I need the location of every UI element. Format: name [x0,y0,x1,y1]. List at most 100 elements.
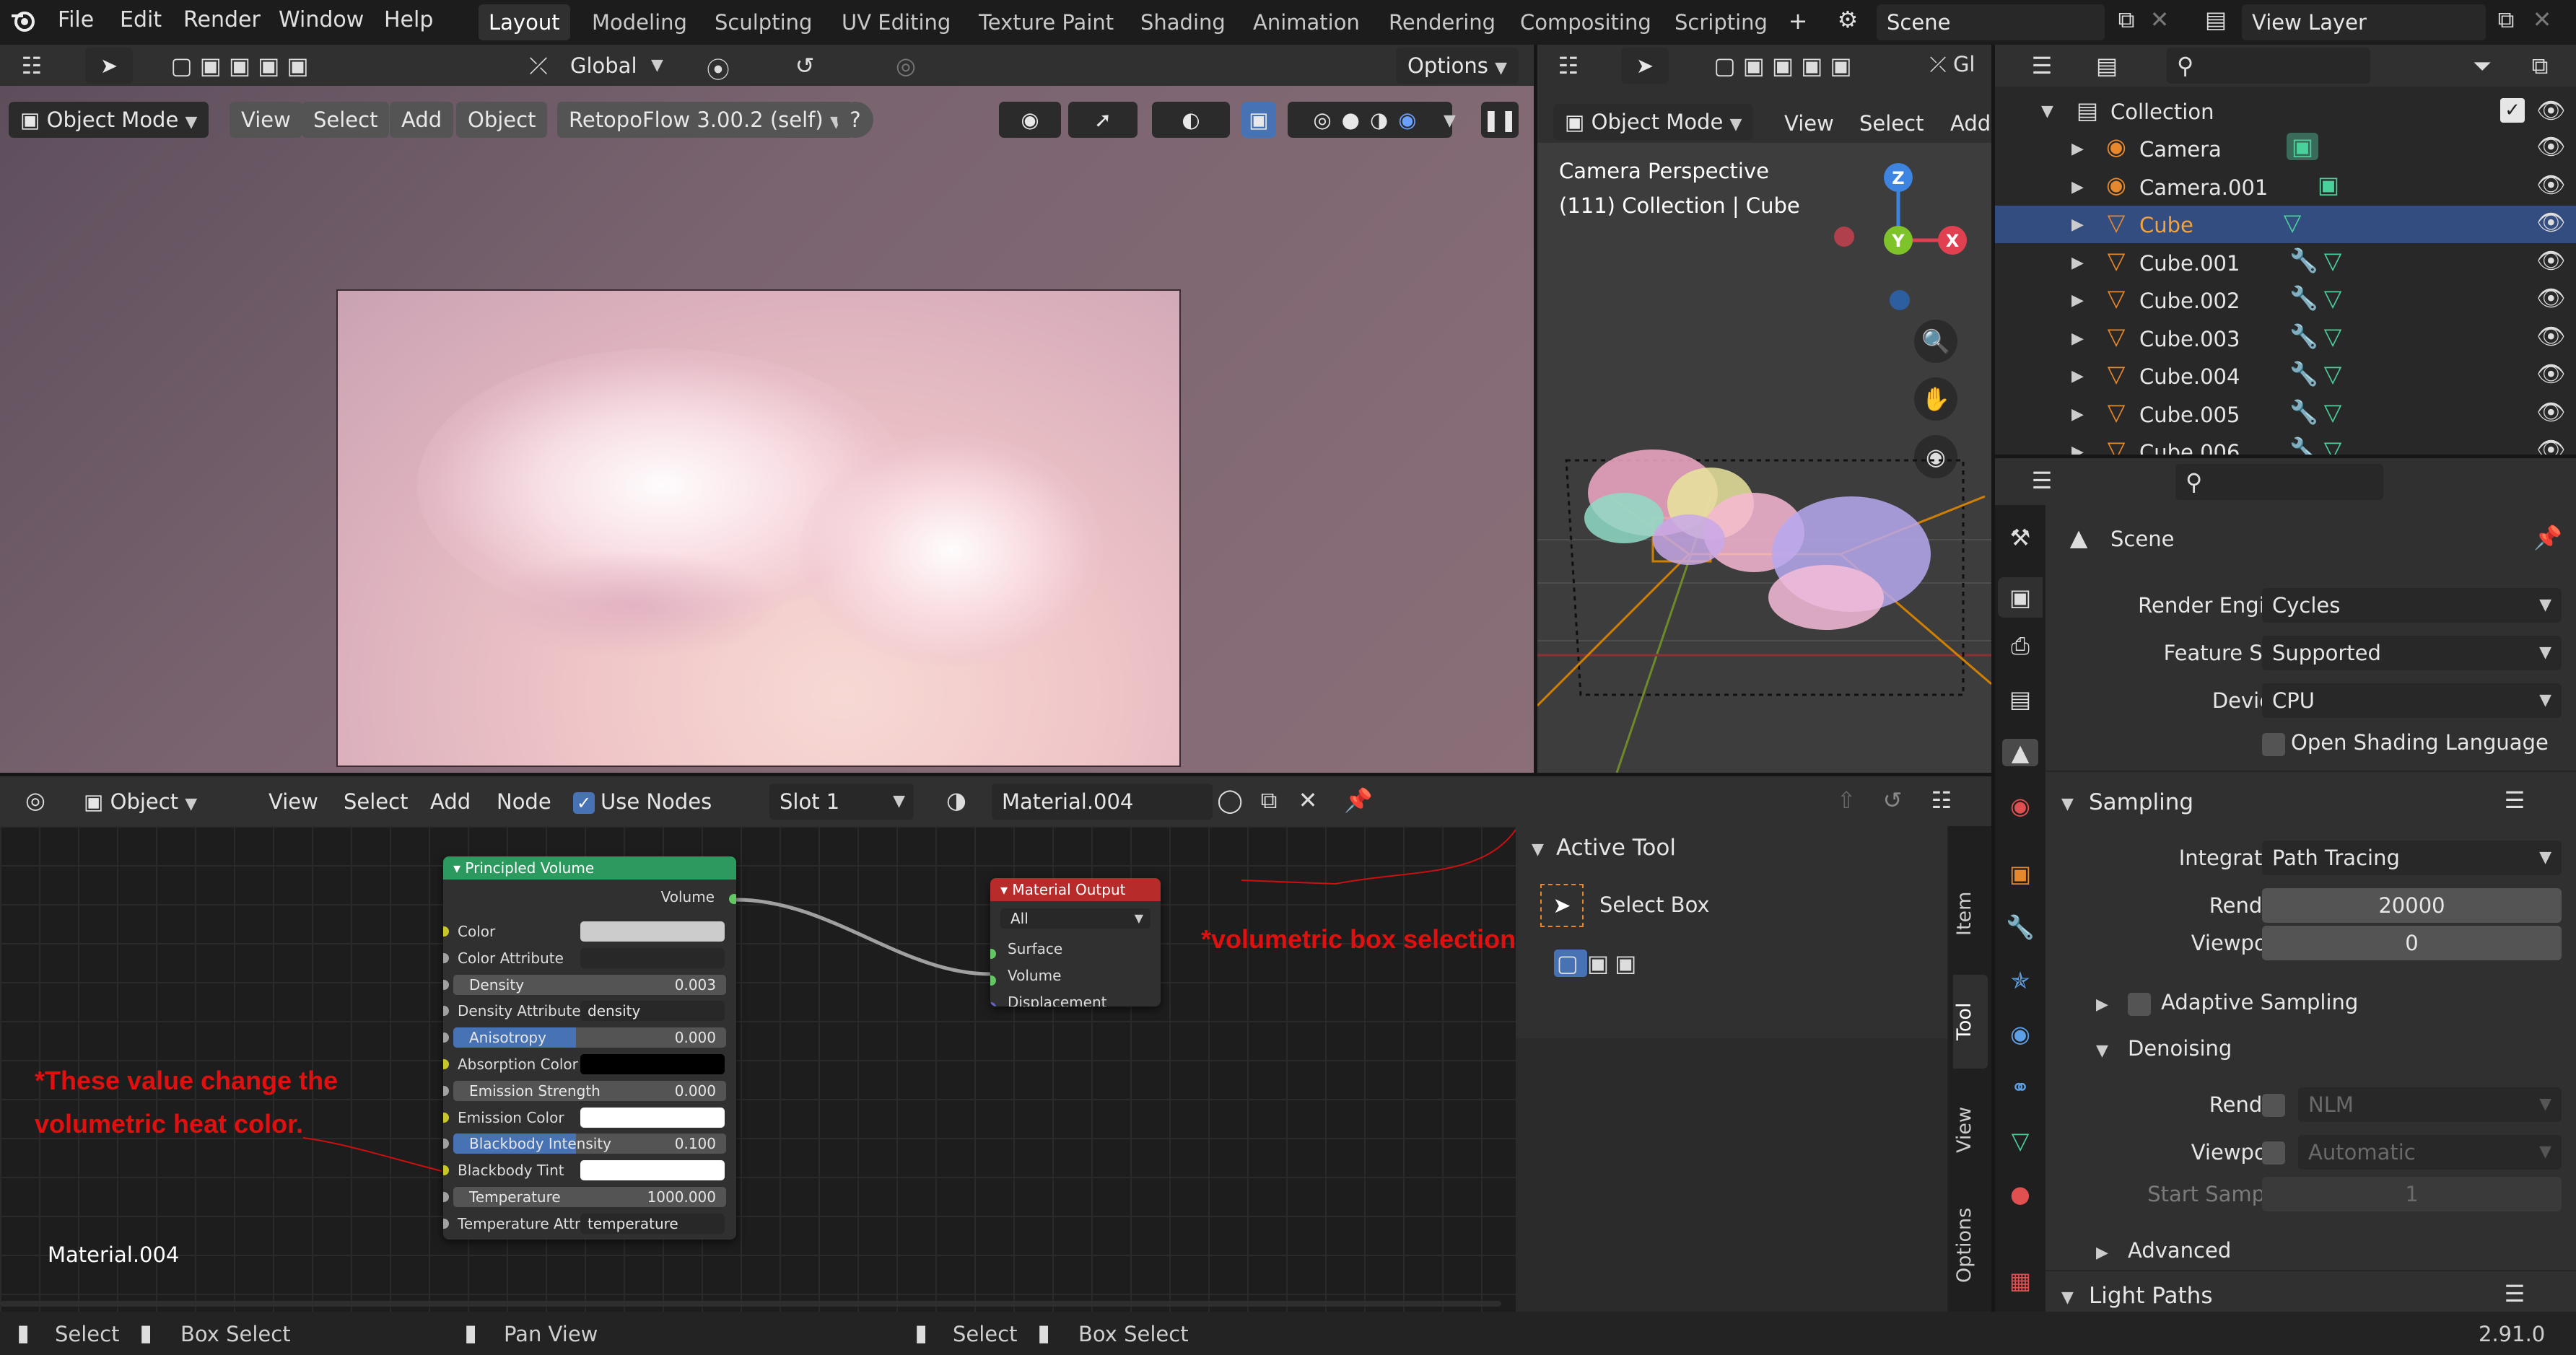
scene-name-field[interactable]: Scene [1877,4,2105,40]
select-tool-icon[interactable]: ➤ [85,48,133,84]
node-menu[interactable]: Node [497,789,551,814]
visibility-eye-icon[interactable]: 👁 [2536,436,2566,455]
object-name[interactable]: Cube.002 [2139,289,2240,313]
slot-dropdown[interactable]: Slot 1 ▼ [769,784,914,820]
visibility-eye-icon[interactable]: 👁 [2536,360,2566,387]
input-socket[interactable] [443,1165,449,1176]
attribute-name-field[interactable] [580,947,725,968]
input-socket[interactable] [443,1032,449,1043]
outliner-row[interactable]: ▶ ▽ Cube.006 🔧 ▽ 👁 [1995,433,2576,455]
properties-search-input[interactable]: ⚲ [2175,464,2383,500]
scene-tab-icon[interactable]: ▲ [2002,739,2038,766]
new-view-layer-icon[interactable]: ⧉ [2492,6,2520,34]
object-name[interactable]: Cube [2139,213,2193,237]
denoise-viewport-dropdown[interactable]: Automatic ▼ [2298,1135,2562,1170]
light-paths-presets-icon[interactable]: ☰ [2500,1280,2529,1307]
object-name[interactable]: Cube.005 [2139,403,2240,427]
menu-render[interactable]: Render [183,7,261,32]
mini-select-tool-icon[interactable]: ➤ [1621,48,1669,84]
modifier-wrench-icon[interactable]: 🔧 [2289,247,2318,274]
advanced-header[interactable]: Advanced [2128,1238,2231,1263]
object-name[interactable]: Cube.006 [2139,440,2240,455]
light-paths-header[interactable]: Light Paths [2089,1283,2212,1309]
xray-toggle-icon[interactable]: ▣ [1241,102,1276,138]
sidebar-tab-tool[interactable]: Tool [1953,975,1988,1069]
shading-chevron-down-icon[interactable]: ▼ [1444,112,1456,130]
material-output-target-dropdown[interactable]: All ▼ [1000,908,1151,929]
object-name[interactable]: Cube.001 [2139,251,2240,276]
node-select-menu[interactable]: Select [344,789,408,814]
active-tool-header[interactable]: Active Tool [1556,835,1676,861]
outliner-editor-type-icon[interactable]: ☰ [2017,52,2067,79]
workspace-tab-compositing[interactable]: Compositing [1510,4,1662,40]
material-output-node[interactable]: ▾ Material Output All ▼ Surface Volume Di… [990,878,1161,1007]
expand-chevron-icon[interactable]: ▶ [2071,178,2084,196]
expand-chevron-icon[interactable]: ▶ [2071,367,2084,385]
main-viewport[interactable]: ▣ Object Mode ▼ View Select Add Object R… [0,86,1534,773]
retopoflow-menu[interactable]: RetopoFlow 3.00.2 (self) ▼ [557,102,854,138]
unlink-material-icon[interactable]: ✕ [1292,786,1324,814]
workspace-tab-sculpting[interactable]: Sculpting [704,4,822,40]
object-menu[interactable]: Object [456,102,548,138]
adaptive-sampling-checkbox[interactable] [2128,993,2151,1016]
node-pin-icon[interactable]: 📌 [1342,786,1374,814]
world-tab-icon[interactable]: ◉ [2002,792,2038,820]
modifier-wrench-icon[interactable]: 🔧 [2289,436,2318,455]
object-name[interactable]: Camera.001 [2139,175,2268,200]
view-layer-tab-icon[interactable]: ▤ [2002,685,2038,713]
mesh-data-icon[interactable]: ▽ [2318,398,2347,426]
menu-file[interactable]: File [58,7,94,32]
input-socket[interactable] [443,1192,449,1202]
color-swatch[interactable] [580,1160,725,1181]
color-swatch[interactable] [580,921,725,942]
exclude-checkbox[interactable]: ✓ [2500,98,2525,123]
outliner-collection-row[interactable]: ▼ ▤ Collection ✓ 👁 [1995,92,2576,130]
osl-checkbox[interactable] [2262,733,2285,756]
visibility-eye-icon[interactable]: 👁 [2536,247,2566,274]
menu-edit[interactable]: Edit [120,7,162,32]
options-dropdown[interactable]: Options ▼ [1396,48,1519,84]
integrator-dropdown[interactable]: Path Tracing ▼ [2262,841,2562,875]
tool-properties-tab-icon[interactable]: ⚒ [2002,524,2038,551]
visibility-eye-icon[interactable]: 👁 [2536,97,2566,124]
node-editor-type-icon[interactable]: ◎ [10,786,61,814]
presets-icon[interactable]: ☰ [2500,786,2529,814]
data-tab-icon[interactable]: ▽ [2002,1127,2038,1154]
input-socket[interactable] [443,1139,449,1149]
mini-editor-type-icon[interactable]: ☷ [1543,52,1594,79]
number-input-field[interactable]: Anisotropy 0.000 [453,1027,726,1048]
material-name-field[interactable]: Material.004 [992,784,1213,820]
mesh-data-icon[interactable]: ▽ [2276,209,2308,236]
expand-chevron-icon[interactable]: ▶ [2071,140,2084,158]
expand-chevron-icon[interactable]: ▶ [2071,216,2084,234]
sidebar-tab-item[interactable]: Item [1953,867,1988,960]
editor-type-icon[interactable]: ☷ [10,52,53,79]
mesh-data-icon[interactable]: ▽ [2318,247,2347,274]
input-socket[interactable] [443,1006,449,1017]
use-nodes-checkbox[interactable]: ✓ [573,792,595,814]
mini-select-menu[interactable]: Select [1859,111,1924,136]
texture-tab-icon[interactable]: ▦ [2002,1267,2038,1294]
expand-chevron-icon[interactable]: ▶ [2071,254,2084,272]
modifier-wrench-icon[interactable]: 🔧 [2289,360,2318,387]
number-input-field[interactable]: Density 0.003 [453,974,726,995]
denoise-viewport-checkbox[interactable] [2262,1141,2285,1165]
visibility-eye-icon[interactable]: 👁 [2536,284,2566,312]
mode-dropdown[interactable]: ▣ Object Mode ▼ [9,102,209,138]
adaptive-expand-chevron-icon[interactable]: ▶ [2096,996,2108,1014]
snap-element-icon[interactable]: ☷ [1913,786,1970,814]
physics-tab-icon[interactable]: ◉ [2002,1020,2038,1048]
render-properties-tab-icon[interactable]: ▣ [1998,577,2043,618]
visibility-eye-icon[interactable]: 👁 [2536,398,2566,426]
workspace-tab-animation[interactable]: Animation [1243,4,1370,40]
view-menu[interactable]: View [230,102,302,138]
color-swatch[interactable] [580,1054,725,1074]
number-input-field[interactable]: Blackbody Intensity 0.100 [453,1133,726,1154]
object-name[interactable]: Camera [2139,137,2222,162]
feature-set-dropdown[interactable]: Supported ▼ [2262,636,2562,670]
new-collection-icon[interactable]: ⧉ [2522,52,2558,80]
help-button[interactable]: ? [837,102,873,138]
parent-node-tree-icon[interactable]: ⇧ [1830,786,1862,814]
visibility-eye-icon[interactable]: 👁 [2536,209,2566,236]
number-input-field[interactable]: Emission Strength 0.000 [453,1080,726,1101]
